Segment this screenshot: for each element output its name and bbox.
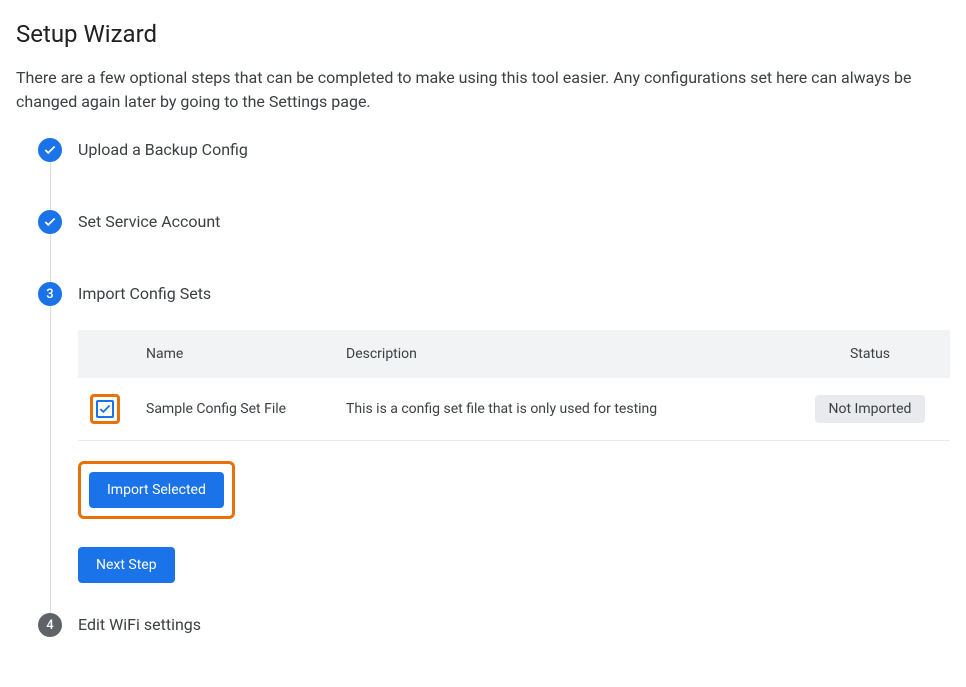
step-title: Upload a Backup Config (78, 138, 950, 162)
highlight-box: Import Selected (78, 461, 235, 519)
step-service-account: Set Service Account (36, 210, 950, 282)
status-badge: Not Imported (815, 395, 926, 423)
checkmark-icon (98, 402, 112, 416)
row-checkbox[interactable] (96, 400, 114, 418)
col-header-checkbox (78, 330, 134, 378)
step-done-icon (38, 210, 62, 234)
step-wifi-settings: 4 Edit WiFi settings (36, 613, 950, 667)
page-title: Setup Wizard (16, 20, 950, 48)
cell-name: Sample Config Set File (134, 378, 334, 441)
step-pending-icon: 4 (38, 613, 62, 637)
step-done-icon (38, 138, 62, 162)
table-row: Sample Config Set File This is a config … (78, 378, 950, 441)
highlight-box (90, 394, 120, 424)
col-header-name: Name (134, 330, 334, 378)
step-title: Set Service Account (78, 210, 950, 234)
step-title: Import Config Sets (78, 282, 950, 306)
step-import-config: 3 Import Config Sets Name Description St… (36, 282, 950, 613)
page-description: There are a few optional steps that can … (16, 66, 936, 114)
cell-description: This is a config set file that is only u… (334, 378, 790, 441)
step-upload-backup: Upload a Backup Config (36, 138, 950, 210)
col-header-status: Status (790, 330, 950, 378)
col-header-description: Description (334, 330, 790, 378)
step-title: Edit WiFi settings (78, 613, 950, 637)
wizard-stepper: Upload a Backup Config Set Service Accou… (16, 138, 950, 667)
import-selected-button[interactable]: Import Selected (89, 472, 224, 508)
next-step-button[interactable]: Next Step (78, 547, 175, 583)
config-sets-table: Name Description Status (78, 330, 950, 441)
step-active-icon: 3 (38, 282, 62, 306)
